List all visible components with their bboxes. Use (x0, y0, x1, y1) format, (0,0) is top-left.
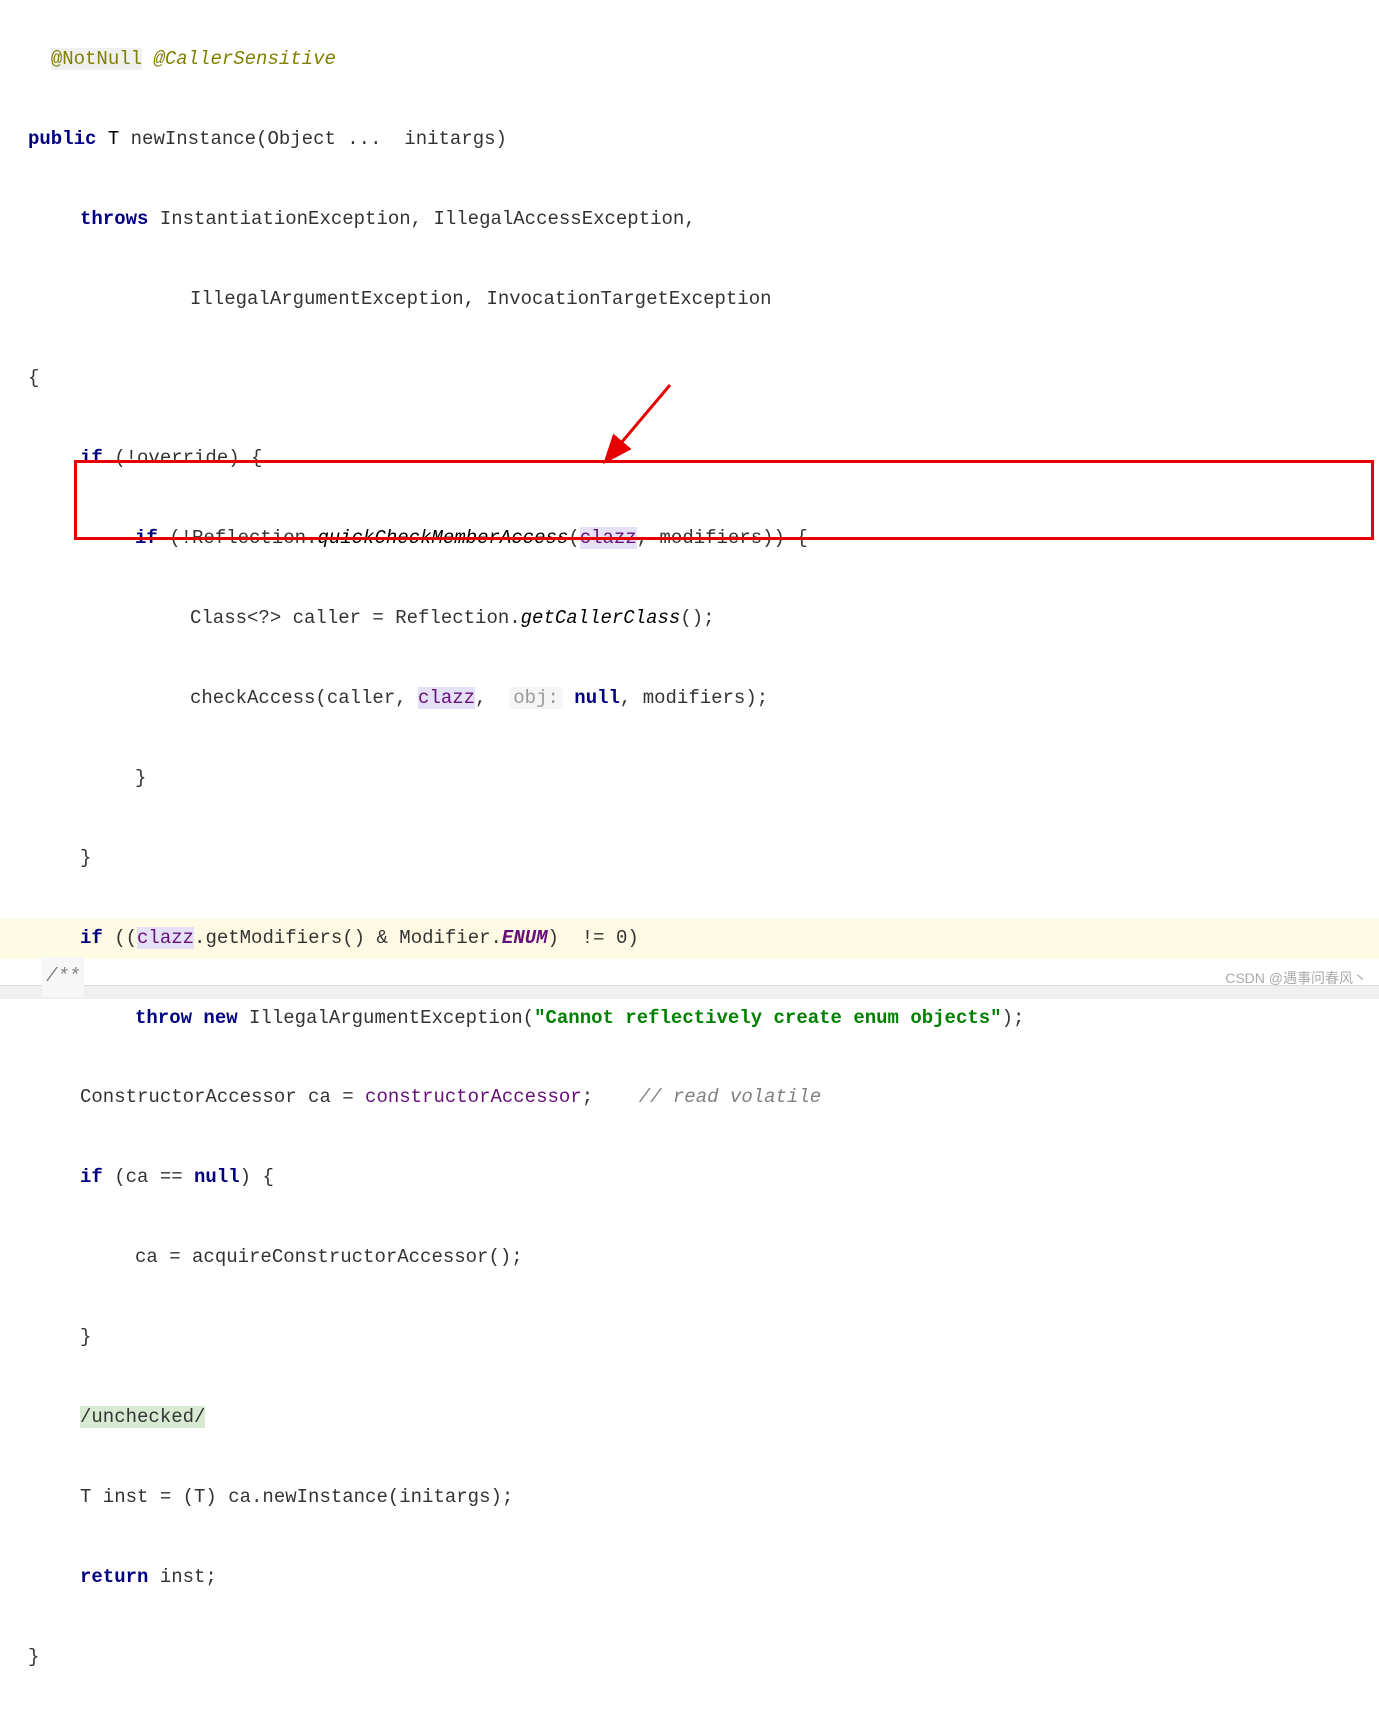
highlighted-if: if ((clazz.getModifiers() & Modifier.ENU… (0, 919, 1379, 959)
if-override: if (!override) { (0, 439, 1379, 479)
override-close: } (0, 839, 1379, 879)
if-ca-close: } (0, 1318, 1379, 1358)
throws-line2: IllegalArgumentException, InvocationTarg… (0, 280, 1379, 320)
bottom-javadoc-start: /** (42, 957, 84, 997)
throw-stmt: throw new IllegalArgumentException("Cann… (0, 999, 1379, 1039)
inner-close: } (0, 759, 1379, 799)
unchecked-comment: /unchecked/ (0, 1398, 1379, 1438)
if-reflection: if (!Reflection.quickCheckMemberAccess(c… (0, 519, 1379, 559)
throws-line1: throws InstantiationException, IllegalAc… (0, 200, 1379, 240)
notnull-annotation: @NotNull (51, 48, 142, 70)
method-signature: public T newInstance(Object ... initargs… (0, 120, 1379, 160)
annotation-line: @NotNull @CallerSensitive (0, 40, 1379, 80)
param-hint-obj: obj: (509, 687, 563, 709)
checkaccess-call: checkAccess(caller, clazz, obj: null, mo… (0, 679, 1379, 719)
return-stmt: return inst; (0, 1558, 1379, 1598)
horizontal-scrollbar[interactable] (0, 985, 1379, 999)
caller-decl: Class<?> caller = Reflection.getCallerCl… (0, 599, 1379, 639)
callersensitive-annotation: @CallerSensitive (153, 48, 335, 70)
open-brace: { (0, 359, 1379, 399)
code-editor[interactable]: @NotNull @CallerSensitive public T newIn… (0, 0, 1379, 1718)
ca-decl: ConstructorAccessor ca = constructorAcce… (0, 1078, 1379, 1118)
watermark: CSDN @遇事问春风丶 (1225, 964, 1367, 993)
method-close: } (0, 1638, 1379, 1678)
acquire-call: ca = acquireConstructorAccessor(); (0, 1238, 1379, 1278)
if-ca-null: if (ca == null) { (0, 1158, 1379, 1198)
inst-decl: T inst = (T) ca.newInstance(initargs); (0, 1478, 1379, 1518)
